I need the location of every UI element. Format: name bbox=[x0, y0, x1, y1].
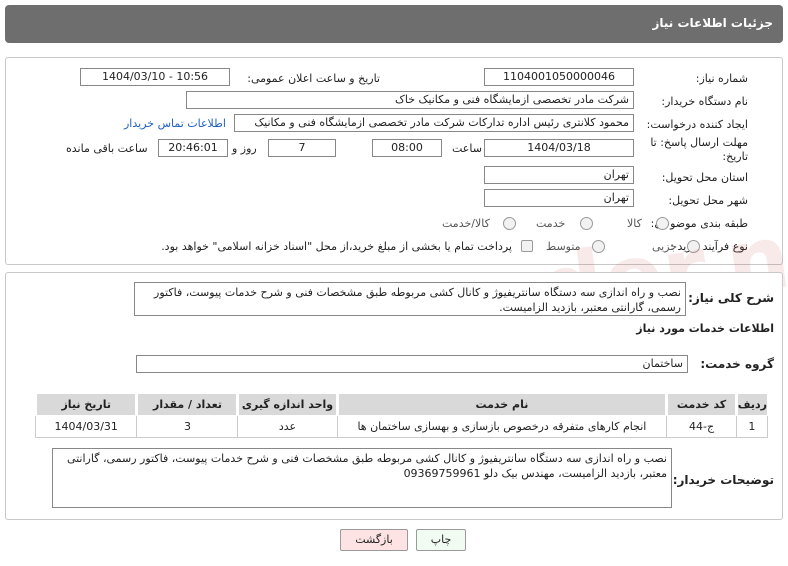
buyer-org-label: نام دستگاه خریدار: bbox=[661, 95, 748, 108]
cell-code: ج-44 bbox=[666, 415, 737, 438]
deadline-label: مهلت ارسال پاسخ: تا bbox=[650, 136, 748, 149]
services-section-title: اطلاعات خدمات مورد نیاز bbox=[636, 322, 774, 335]
page-header: جزئیات اطلاعات نیاز bbox=[5, 5, 783, 43]
category-goods-service-label: کالا/خدمت bbox=[442, 217, 490, 230]
need-number-field: 1104001050000046 bbox=[484, 68, 634, 86]
summary-label: شرح کلی نیاز: bbox=[688, 291, 774, 305]
back-button[interactable]: بازگشت bbox=[340, 529, 408, 551]
col-name-header: نام خدمت bbox=[335, 393, 668, 416]
process-partial-radio[interactable] bbox=[687, 240, 700, 253]
table-row: 1 ج-44 انجام کارهای متفرقه درخصوص بازساز… bbox=[34, 415, 769, 438]
deadline-time-label: ساعت bbox=[452, 142, 482, 155]
buyer-notes-label: توضیحات خریدار: bbox=[672, 473, 774, 487]
days-field: 7 bbox=[268, 139, 336, 157]
cell-qty: 3 bbox=[136, 415, 239, 438]
province-field: تهران bbox=[484, 166, 634, 184]
remaining-label: ساعت باقی مانده bbox=[66, 142, 148, 155]
category-goods-radio[interactable] bbox=[656, 217, 669, 230]
deadline-label-date: تاریخ: bbox=[722, 150, 748, 163]
days-label: روز و bbox=[232, 142, 257, 155]
category-goods-label: کالا bbox=[627, 217, 642, 230]
deadline-date-field: 1404/03/18 bbox=[484, 139, 634, 157]
process-label: نوع فرآیند خرید : bbox=[670, 240, 748, 253]
cell-row: 1 bbox=[735, 415, 769, 438]
province-label: استان محل تحویل: bbox=[661, 171, 748, 184]
cell-unit: عدد bbox=[237, 415, 338, 438]
contact-info-link[interactable]: اطلاعات تماس خریدار bbox=[124, 117, 226, 130]
need-info-panel bbox=[5, 57, 783, 265]
col-date-header: تاریخ نیاز bbox=[33, 393, 138, 416]
buyer-notes-textarea[interactable]: نصب و راه اندازی سه دستگاه سانتریفیوژ و … bbox=[52, 448, 672, 508]
remaining-time-field: 20:46:01 bbox=[158, 139, 228, 157]
page-title: جزئیات اطلاعات نیاز bbox=[652, 16, 773, 30]
table-header-row: ردیف کد خدمت نام خدمت واحد اندازه گیری ت… bbox=[33, 393, 769, 416]
category-goods-service-radio[interactable] bbox=[503, 217, 516, 230]
summary-textarea[interactable]: نصب و راه اندازی سه دستگاه سانتریفیوژ و … bbox=[134, 282, 686, 316]
col-qty-header: تعداد / مقدار bbox=[135, 393, 239, 416]
requester-field: محمود کلانتری رئیس اداره تدارکات شرکت ما… bbox=[234, 114, 634, 132]
col-unit-header: واحد اندازه گیری bbox=[236, 393, 338, 416]
services-table: ردیف کد خدمت نام خدمت واحد اندازه گیری ت… bbox=[33, 393, 769, 438]
need-number-label: شماره نیاز: bbox=[695, 72, 748, 85]
announce-field: 1404/03/10 - 10:56 bbox=[80, 68, 230, 86]
cell-name: انجام کارهای متفرقه درخصوص بازسازی و بهس… bbox=[336, 415, 668, 438]
city-label: شهر محل تحویل: bbox=[668, 194, 748, 207]
requester-label: ایجاد کننده درخواست: bbox=[646, 118, 748, 131]
process-medium-label: متوسط bbox=[546, 240, 581, 253]
payment-note: پرداخت تمام یا بخشی از مبلغ خرید،از محل … bbox=[161, 240, 512, 253]
process-medium-radio[interactable] bbox=[592, 240, 605, 253]
category-service-radio[interactable] bbox=[580, 217, 593, 230]
print-button[interactable]: چاپ bbox=[416, 529, 466, 551]
category-service-label: خدمت bbox=[536, 217, 566, 230]
treasury-checkbox[interactable] bbox=[521, 240, 533, 252]
col-row-header: ردیف bbox=[734, 393, 769, 416]
service-group-field: ساختمان bbox=[136, 355, 688, 373]
col-code-header: کد خدمت bbox=[665, 393, 737, 416]
deadline-time-field: 08:00 bbox=[372, 139, 442, 157]
city-field: تهران bbox=[484, 189, 634, 207]
announce-label: تاریخ و ساعت اعلان عمومی: bbox=[247, 72, 380, 85]
services-table-wrap: ردیف کد خدمت نام خدمت واحد اندازه گیری ت… bbox=[33, 393, 769, 438]
cell-date: 1404/03/31 bbox=[34, 415, 138, 438]
service-group-label: گروه خدمت: bbox=[700, 357, 774, 371]
buyer-org-field: شرکت مادر تخصصی ازمایشگاه فنی و مکانیک خ… bbox=[186, 91, 634, 109]
process-partial-label: جزیی bbox=[652, 240, 678, 253]
